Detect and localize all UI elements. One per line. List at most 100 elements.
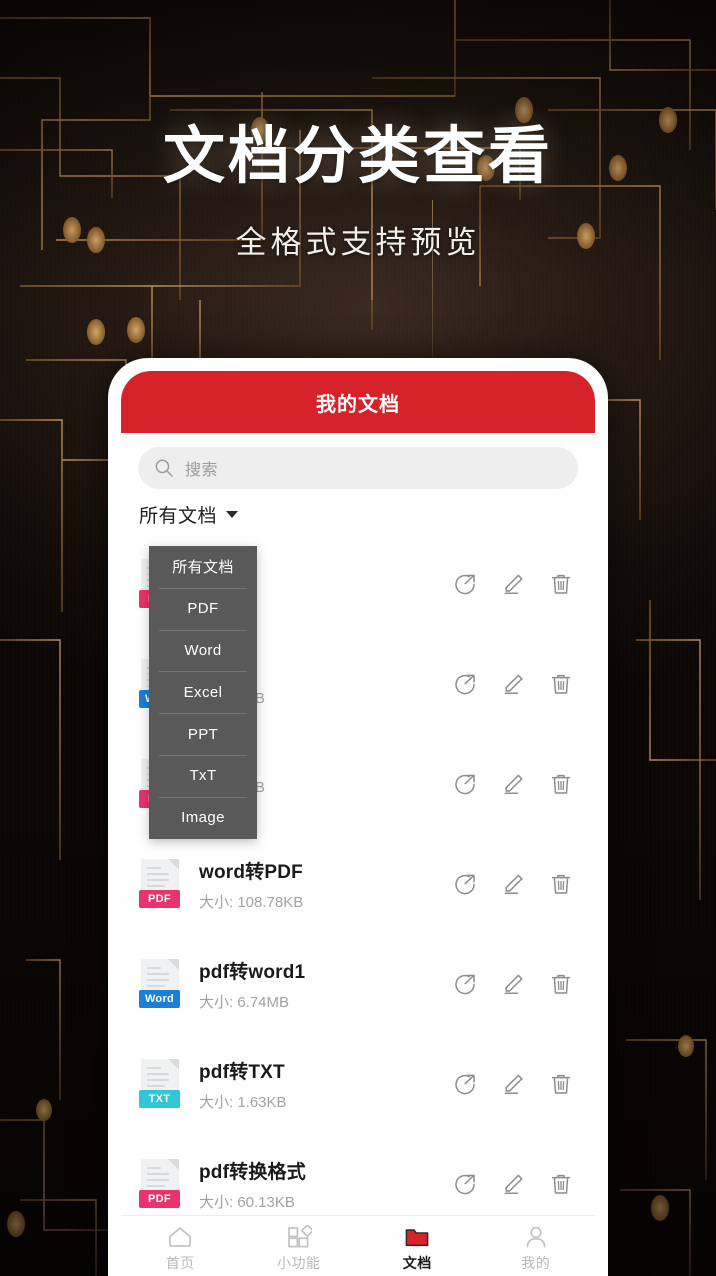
edit-icon <box>504 774 523 794</box>
edit-icon <box>504 574 523 594</box>
share-button[interactable] <box>453 1072 477 1096</box>
dropdown-item-image[interactable]: Image <box>149 796 257 839</box>
edit-icon <box>504 1174 523 1194</box>
file-name: pdf转换格式 <box>199 1161 306 1183</box>
bottom-navigation: 首页 小功能 文档 我的 <box>121 1215 595 1276</box>
share-button[interactable] <box>453 672 477 696</box>
share-button[interactable] <box>453 972 477 996</box>
grid-icon <box>287 1225 312 1248</box>
share-icon <box>455 1174 475 1195</box>
file-actions <box>453 1072 577 1096</box>
search-section: 搜索 <box>121 433 595 489</box>
share-button[interactable] <box>453 572 477 596</box>
edit-icon <box>504 674 523 694</box>
dropdown-item-txt[interactable]: TxT <box>149 754 257 797</box>
filter-label: 所有文档 <box>139 506 218 527</box>
nav-item-tools[interactable]: 小功能 <box>240 1225 359 1273</box>
file-size: 大小: 6.74MB <box>199 993 290 1011</box>
file-type-badge: Word <box>139 990 180 1008</box>
document-lines <box>147 967 169 991</box>
nav-label-profile: 我的 <box>521 1255 551 1271</box>
trash-button[interactable] <box>549 772 573 796</box>
search-input[interactable]: 搜索 <box>138 447 578 489</box>
trash-icon <box>551 874 571 894</box>
share-icon <box>455 574 475 595</box>
nav-label-home: 首页 <box>165 1255 195 1271</box>
edit-icon <box>504 874 523 894</box>
edit-button[interactable] <box>501 1072 525 1096</box>
dropdown-item-word[interactable]: Word <box>149 629 257 672</box>
folder-icon <box>405 1229 429 1247</box>
phone-screen: 我的文档 搜索 所有文档 所有文档 PDF Word Excel PPT TxT… <box>121 371 595 1276</box>
app-header: 我的文档 <box>121 371 595 433</box>
phone-mockup: 我的文档 搜索 所有文档 所有文档 PDF Word Excel PPT TxT… <box>108 358 608 1276</box>
edit-button[interactable] <box>501 972 525 996</box>
trash-icon <box>551 1074 571 1094</box>
edit-button[interactable] <box>501 572 525 596</box>
file-type-badge: PDF <box>139 1190 180 1208</box>
file-size: 大小: 60.13KB <box>199 1193 295 1211</box>
trash-button[interactable] <box>549 572 573 596</box>
dropdown-item-all[interactable]: 所有文档 <box>149 546 257 588</box>
edit-button[interactable] <box>501 672 525 696</box>
trash-button[interactable] <box>549 1172 573 1196</box>
chevron-down-icon <box>226 511 239 518</box>
search-placeholder: 搜索 <box>185 462 219 479</box>
trash-icon <box>551 574 571 594</box>
file-meta: pdf转TXT 大小: 1.63KB <box>199 1057 453 1112</box>
home-icon <box>169 1227 192 1247</box>
edit-icon <box>504 974 523 994</box>
file-size: 大小: 108.78KB <box>199 893 304 911</box>
share-icon <box>455 974 475 995</box>
file-row[interactable]: Word pdf转word1 大小: 6.74MB <box>121 934 595 1034</box>
share-icon <box>455 1074 475 1095</box>
trash-icon <box>551 974 571 994</box>
filter-dropdown-menu[interactable]: 所有文档 PDF Word Excel PPT TxT Image <box>149 546 257 839</box>
filter-dropdown-trigger[interactable]: 所有文档 <box>121 489 595 528</box>
page-subtitle: 全格式支持预览 <box>235 224 481 260</box>
file-type-icon: PDF <box>139 1157 183 1211</box>
share-button[interactable] <box>453 1172 477 1196</box>
document-fold <box>168 959 179 970</box>
file-meta: pdf转换格式大小: 60.13KB <box>199 1157 453 1212</box>
app-header-title: 我的文档 <box>316 393 400 416</box>
share-button[interactable] <box>453 772 477 796</box>
file-type-icon: Word <box>139 957 183 1011</box>
nav-label-tools: 小功能 <box>277 1255 321 1271</box>
edit-button[interactable] <box>501 1172 525 1196</box>
file-type-icon: PDF <box>139 857 183 911</box>
trash-button[interactable] <box>549 972 573 996</box>
page-title: 文档分类查看 <box>162 122 553 191</box>
file-name: pdf转word1 <box>199 961 306 983</box>
dropdown-item-excel[interactable]: Excel <box>149 671 257 713</box>
trash-button[interactable] <box>549 1072 573 1096</box>
file-type-icon: TXT <box>139 1057 183 1111</box>
nav-item-profile[interactable]: 我的 <box>477 1225 596 1273</box>
file-row[interactable]: TXT pdf转TXT 大小: 1.63KB <box>121 1034 595 1134</box>
file-size: 大小: 1.63KB <box>199 1093 287 1111</box>
file-actions <box>453 572 577 596</box>
share-button[interactable] <box>453 872 477 896</box>
file-meta: word转PDF 大小: 108.78KB <box>199 857 453 912</box>
edit-button[interactable] <box>501 872 525 896</box>
document-lines <box>147 1167 169 1191</box>
trash-icon <box>551 674 571 694</box>
nav-item-documents[interactable]: 文档 <box>358 1225 477 1273</box>
dropdown-item-pdf[interactable]: PDF <box>149 587 257 630</box>
share-icon <box>455 774 475 795</box>
dropdown-item-ppt[interactable]: PPT <box>149 713 257 755</box>
file-actions <box>453 872 577 896</box>
edit-button[interactable] <box>501 772 525 796</box>
file-name: pdf转TXT <box>199 1061 285 1083</box>
trash-button[interactable] <box>549 872 573 896</box>
file-actions <box>453 1172 577 1196</box>
file-actions <box>453 672 577 696</box>
person-icon <box>526 1226 546 1248</box>
trash-icon <box>551 774 571 794</box>
document-lines <box>147 867 169 891</box>
nav-item-home[interactable]: 首页 <box>121 1225 240 1273</box>
file-row[interactable]: PDF word转PDF 大小: 108.78KB <box>121 834 595 934</box>
document-lines <box>147 1067 169 1091</box>
document-fold <box>168 859 179 870</box>
trash-button[interactable] <box>549 672 573 696</box>
